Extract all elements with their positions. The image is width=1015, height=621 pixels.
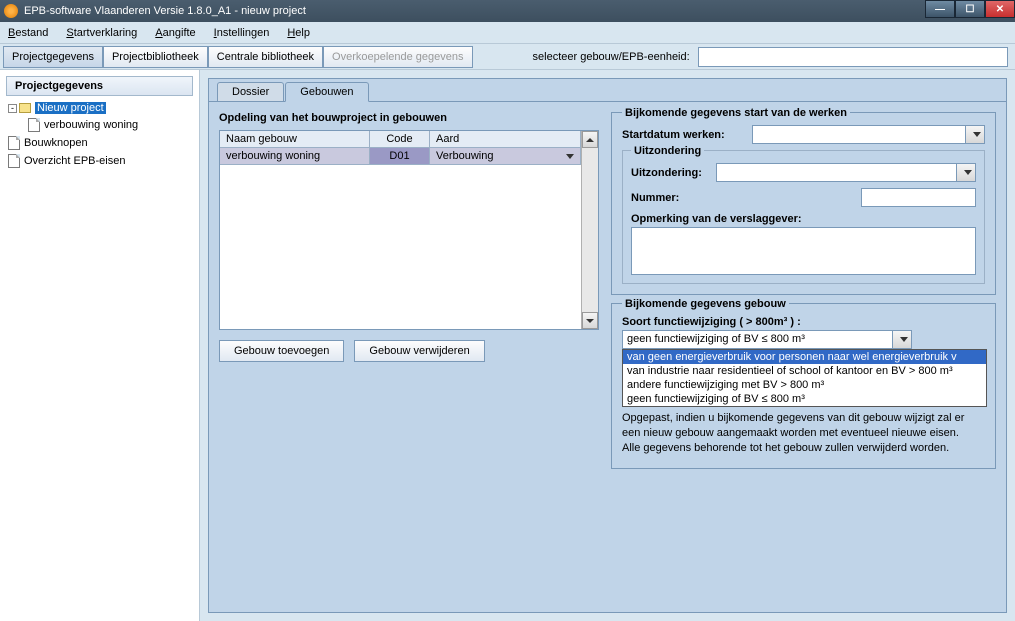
gebouw-verwijderen-button[interactable]: Gebouw verwijderen bbox=[354, 340, 484, 362]
label-uitzondering: Uitzondering: bbox=[631, 167, 716, 179]
label-startdatum: Startdatum werken: bbox=[622, 129, 752, 141]
gebouw-toevoegen-button[interactable]: Gebouw toevoegen bbox=[219, 340, 344, 362]
col-header-code: Code bbox=[370, 131, 430, 148]
soort-dropdown-list[interactable]: van geen energieverbruik voor personen n… bbox=[622, 349, 987, 407]
tree-item-bouwknopen[interactable]: Bouwknopen bbox=[4, 134, 195, 152]
nummer-input[interactable] bbox=[861, 188, 976, 207]
side-panel: Projectgegevens - Nieuw project verbouwi… bbox=[0, 70, 200, 621]
soort-select[interactable]: geen functiewijziging of BV ≤ 800 m³ bbox=[622, 330, 893, 349]
legend-uitzondering: Uitzondering bbox=[631, 145, 704, 157]
close-button[interactable]: ✕ bbox=[985, 0, 1015, 18]
uitzondering-dropdown-button[interactable] bbox=[957, 163, 976, 182]
tab-projectgegevens[interactable]: Projectgegevens bbox=[3, 46, 103, 68]
chevron-down-icon bbox=[566, 154, 574, 159]
menu-help[interactable]: Help bbox=[283, 25, 314, 41]
soort-dropdown-button[interactable] bbox=[893, 330, 912, 349]
app-icon bbox=[4, 4, 18, 18]
dropdown-option[interactable]: andere functiewijziging met BV > 800 m³ bbox=[623, 378, 986, 392]
menu-startverklaring[interactable]: Startverklaring bbox=[62, 25, 141, 41]
tab-projectbibliotheek[interactable]: Projectbibliotheek bbox=[103, 46, 208, 68]
window-title-bar: EPB-software Vlaanderen Versie 1.8.0_A1 … bbox=[0, 0, 1015, 22]
menu-bestand[interactable]: Bestand bbox=[4, 25, 52, 41]
select-gebouw-input[interactable] bbox=[698, 47, 1008, 67]
table-row[interactable]: verbouwing woning D01 Verbouwing bbox=[220, 148, 581, 165]
window-title: EPB-software Vlaanderen Versie 1.8.0_A1 … bbox=[24, 5, 306, 17]
cell-aard[interactable]: Verbouwing bbox=[430, 148, 581, 165]
legend-start-werken: Bijkomende gegevens start van de werken bbox=[622, 107, 850, 119]
fieldset-uitzondering: Uitzondering Uitzondering: Nummer: bbox=[622, 150, 985, 284]
tree-label: Nieuw project bbox=[35, 102, 106, 114]
tab-centrale-bibliotheek[interactable]: Centrale bibliotheek bbox=[208, 46, 323, 68]
menu-aangifte[interactable]: Aangifte bbox=[151, 25, 199, 41]
menu-bar: Bestand Startverklaring Aangifte Instell… bbox=[0, 22, 1015, 44]
col-header-aard: Aard bbox=[430, 131, 581, 148]
label-opmerking: Opmerking van de verslaggever: bbox=[631, 213, 976, 225]
opdeling-title: Opdeling van het bouwproject in gebouwen bbox=[219, 112, 599, 124]
maximize-button[interactable]: ☐ bbox=[955, 0, 985, 18]
doc-icon bbox=[28, 118, 40, 132]
inner-tab-dossier[interactable]: Dossier bbox=[217, 82, 284, 101]
inner-tab-gebouwen[interactable]: Gebouwen bbox=[285, 82, 368, 102]
fieldset-gebouw: Bijkomende gegevens gebouw Soort functie… bbox=[611, 303, 996, 469]
tree-item-nieuw-project[interactable]: - Nieuw project bbox=[4, 100, 195, 116]
project-tree: - Nieuw project verbouwing woning Bouwkn… bbox=[0, 98, 199, 172]
startdatum-input[interactable] bbox=[752, 125, 966, 144]
toolbar: Projectgegevens Projectbibliotheek Centr… bbox=[0, 44, 1015, 70]
doc-icon bbox=[8, 154, 20, 168]
dropdown-option[interactable]: van geen energieverbruik voor personen n… bbox=[623, 350, 986, 364]
menu-instellingen[interactable]: Instellingen bbox=[210, 25, 274, 41]
fieldset-start-werken: Bijkomende gegevens start van de werken … bbox=[611, 112, 996, 295]
tree-label: Bouwknopen bbox=[24, 137, 88, 149]
dropdown-option[interactable]: van industrie naar residentieel of schoo… bbox=[623, 364, 986, 378]
tree-toggle-icon[interactable]: - bbox=[8, 104, 17, 113]
tab-overkoepelende: Overkoepelende gegevens bbox=[323, 46, 472, 68]
label-nummer: Nummer: bbox=[631, 192, 716, 204]
startdatum-dropdown-button[interactable] bbox=[966, 125, 985, 144]
uitzondering-input[interactable] bbox=[716, 163, 957, 182]
legend-gebouw: Bijkomende gegevens gebouw bbox=[622, 298, 789, 310]
doc-icon bbox=[8, 136, 20, 150]
minimize-button[interactable]: — bbox=[925, 0, 955, 18]
side-panel-header: Projectgegevens bbox=[6, 76, 193, 96]
cell-code[interactable]: D01 bbox=[370, 148, 430, 165]
scroll-down-button[interactable] bbox=[582, 312, 598, 329]
tree-item-overzicht[interactable]: Overzicht EPB-eisen bbox=[4, 152, 195, 170]
col-header-naam: Naam gebouw bbox=[220, 131, 370, 148]
folder-icon bbox=[19, 103, 31, 113]
label-soort: Soort functiewijziging ( > 800m³ ) : bbox=[622, 316, 985, 328]
scroll-up-button[interactable] bbox=[582, 131, 598, 148]
gebouwen-grid[interactable]: Naam gebouw Code Aard verbouwing woning … bbox=[219, 130, 599, 330]
tree-label: Overzicht EPB-eisen bbox=[24, 155, 125, 167]
dropdown-option[interactable]: geen functiewijziging of BV ≤ 800 m³ bbox=[623, 392, 986, 406]
select-gebouw-label: selecteer gebouw/EPB-eenheid: bbox=[533, 51, 690, 63]
cell-naam[interactable]: verbouwing woning bbox=[220, 148, 370, 165]
scrollbar[interactable] bbox=[581, 131, 598, 329]
opmerking-textarea[interactable] bbox=[631, 227, 976, 275]
tree-label: verbouwing woning bbox=[44, 119, 138, 131]
warning-text: Opgepast, indien u bijkomende gegevens v… bbox=[622, 411, 985, 456]
tree-item-verbouwing[interactable]: verbouwing woning bbox=[4, 116, 195, 134]
